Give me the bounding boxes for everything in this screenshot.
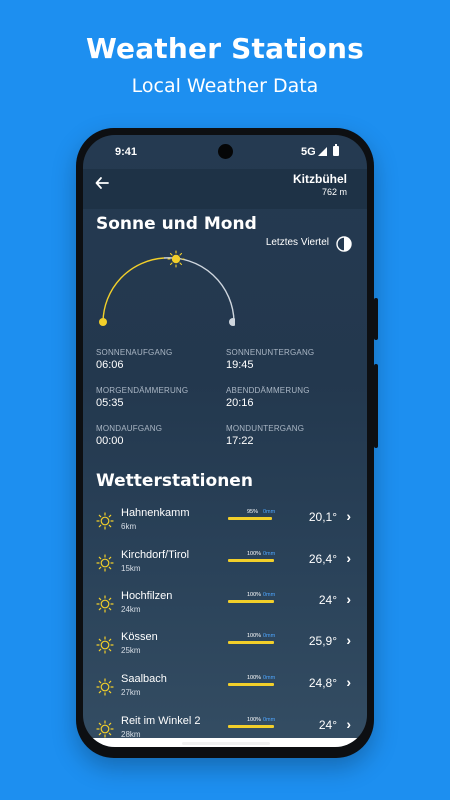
dawn-label: MORGENDÄMMERUNG [96,386,189,395]
station-precip: 0mm [263,551,276,557]
station-temp: 24,8° [308,676,337,690]
moonrise-value: 00:00 [96,435,124,447]
station-bar [228,683,274,686]
sun-icon [96,595,114,613]
station-bar [228,725,274,728]
station-temp: 24° [318,593,337,607]
station-precip: 0mm [263,717,276,723]
station-percent: 100% [247,592,262,598]
dawn-value: 05:35 [96,397,124,409]
station-row[interactable]: Hahnenkamm 6km 95% 0mm 20,1° › [83,507,367,547]
chevron-right-icon: › [346,716,351,732]
station-row[interactable]: Saalbach 27km 100% 0mm 24,8° › [83,673,367,713]
battery-icon [333,144,339,156]
station-percent: 95% [247,509,259,515]
status-time: 9:41 [115,146,138,158]
station-bar-track [228,641,274,644]
station-name: Reit im Winkel 2 [121,715,201,727]
station-bar-track [228,683,274,686]
station-temp: 20,1° [308,510,337,524]
chevron-right-icon: › [346,632,351,648]
app-screen: 9:41 5G Kitzbühel 762 m Sonne und Mond L… [83,135,367,747]
moon-phase-label: Letztes Viertel [265,237,329,248]
sun-icon [96,678,114,696]
station-distance: 6km [121,522,137,531]
promo-title: Weather Stations [85,32,365,65]
station-bar [228,641,274,644]
sun-icon [96,512,114,530]
sunset-value: 19:45 [226,359,254,371]
station-row[interactable]: Kössen 25km 100% 0mm 25,9° › [83,631,367,671]
sun-moon-title: Sonne und Mond [96,214,257,234]
station-name: Kössen [121,631,158,643]
sun-arc [99,250,235,326]
chevron-right-icon: › [346,674,351,690]
promo-subtitle: Local Weather Data [131,75,319,97]
station-percent: 100% [247,675,262,681]
dusk-label: ABENDDÄMMERUNG [226,386,310,395]
station-bar-track [228,517,274,520]
station-distance: 24km [121,605,141,614]
dusk-value: 20:16 [226,397,254,409]
app-bar: Kitzbühel 762 m [83,169,367,209]
half-moon-icon [336,236,352,252]
station-bar-track [228,600,274,603]
station-percent: 100% [247,551,262,557]
sun-icon [96,720,114,738]
station-percent: 100% [247,717,262,723]
sun-icon [96,636,114,654]
moonset-label: MONDUNTERGANG [226,424,305,433]
camera-cutout [218,144,233,159]
station-bar [228,559,274,562]
chevron-right-icon: › [346,550,351,566]
location-altitude: 762 m [321,187,347,197]
station-row[interactable]: Hochfilzen 24km 100% 0mm 24° › [83,590,367,630]
station-temp: 26,4° [308,552,337,566]
station-name: Saalbach [121,673,167,685]
station-precip: 0mm [263,509,276,515]
station-precip: 0mm [263,592,276,598]
signal-icon [318,147,327,156]
station-distance: 25km [121,646,141,655]
home-indicator[interactable] [182,742,270,745]
moonrise-label: MONDAUFGANG [96,424,163,433]
sun-position-icon [167,250,185,268]
stations-title: Wetterstationen [96,471,253,491]
station-temp: 24° [318,718,337,732]
network-label: 5G [301,146,316,158]
sunset-label: SONNENUNTERGANG [226,348,315,357]
station-name: Hochfilzen [121,590,173,602]
station-temp: 25,9° [308,634,337,648]
location-name: Kitzbühel [293,172,347,186]
station-name: Hahnenkamm [121,507,190,519]
sun-icon [96,554,114,572]
station-name: Kirchdorf/Tirol [121,549,190,561]
station-distance: 15km [121,564,141,573]
phone-frame: 9:41 5G Kitzbühel 762 m Sonne und Mond L… [76,128,378,758]
chevron-right-icon: › [346,591,351,607]
moonset-value: 17:22 [226,435,254,447]
chevron-right-icon: › [346,508,351,524]
phone-side-button [374,298,378,340]
sunrise-value: 06:06 [96,359,124,371]
station-bar-track [228,725,274,728]
status-bar: 9:41 5G [83,135,367,169]
station-bar [228,517,272,520]
arrow-left-icon[interactable] [95,172,117,194]
station-percent: 100% [247,633,262,639]
station-distance: 27km [121,688,141,697]
station-bar-track [228,559,274,562]
station-precip: 0mm [263,675,276,681]
phone-side-button [374,364,378,448]
sunrise-label: SONNENAUFGANG [96,348,173,357]
station-precip: 0mm [263,633,276,639]
station-row[interactable]: Kirchdorf/Tirol 15km 100% 0mm 26,4° › [83,549,367,589]
station-bar [228,600,274,603]
